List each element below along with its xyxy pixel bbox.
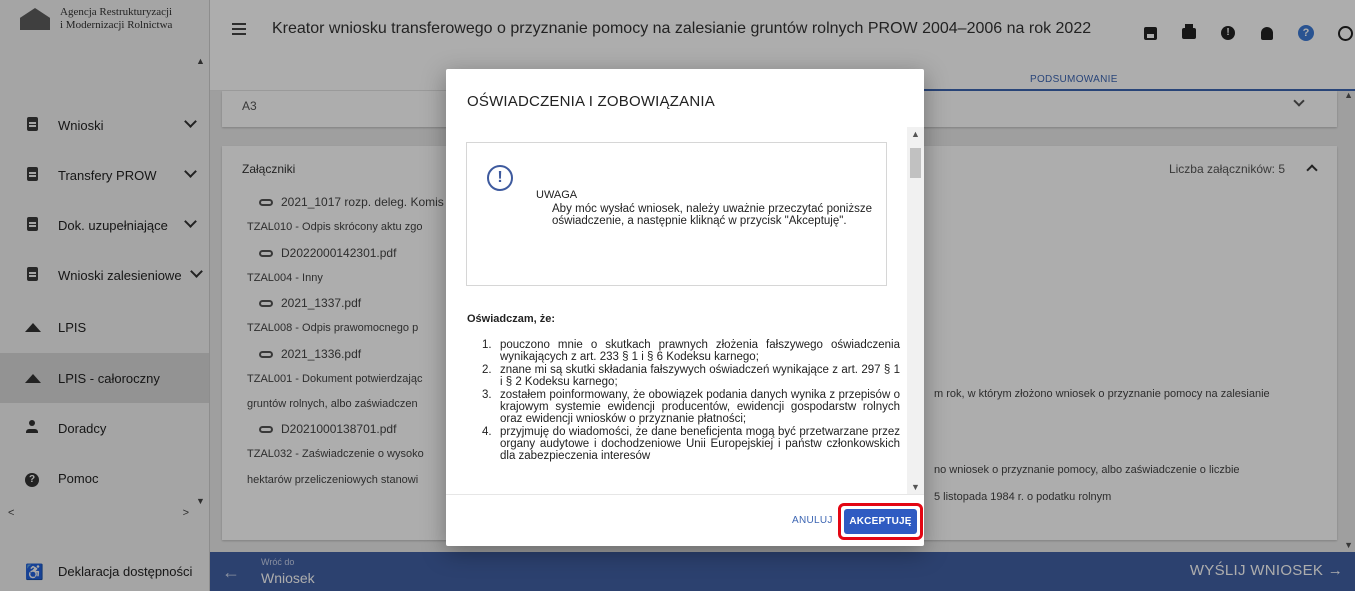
scroll-down-icon[interactable]: ▼ bbox=[911, 482, 920, 492]
dialog-title: OŚWIADCZENIA I ZOBOWIĄZANIA bbox=[467, 93, 715, 110]
list-item: 4. przyjmuję do wiadomości, że dane benef… bbox=[482, 426, 900, 462]
accept-button[interactable]: AKCEPTUJĘ bbox=[844, 509, 917, 534]
list-item: 3. zostałem poinformowany, że obowiązek p… bbox=[482, 389, 900, 425]
warning-text: Aby móc wysłać wniosek, należy uważnie p… bbox=[552, 203, 872, 227]
scrollbar-thumb[interactable] bbox=[910, 148, 921, 178]
exclamation-circle-icon: ! bbox=[487, 165, 513, 191]
scroll-up-icon[interactable]: ▲ bbox=[911, 129, 920, 139]
declaration-heading: Oświadczam, że: bbox=[467, 313, 556, 325]
dialog-body: ! UWAGA Aby móc wysłać wniosek, należy u… bbox=[446, 127, 924, 494]
warning-heading: UWAGA bbox=[536, 189, 578, 201]
dialog-actions: ANULUJ AKCEPTUJĘ bbox=[446, 494, 924, 546]
warning-box: ! UWAGA Aby móc wysłać wniosek, należy u… bbox=[466, 142, 887, 286]
declarations-dialog: OŚWIADCZENIA I ZOBOWIĄZANIA ! UWAGA Aby … bbox=[446, 69, 924, 546]
list-item: 2. znane mi są skutki składania fałszywyc… bbox=[482, 364, 900, 388]
dialog-scrollbar[interactable]: ▲ ▼ bbox=[907, 127, 924, 494]
cancel-button[interactable]: ANULUJ bbox=[792, 515, 833, 526]
list-item: 1. pouczono mnie o skutkach prawnych złoż… bbox=[482, 339, 900, 363]
declaration-list: 1. pouczono mnie o skutkach prawnych złoż… bbox=[482, 339, 900, 463]
